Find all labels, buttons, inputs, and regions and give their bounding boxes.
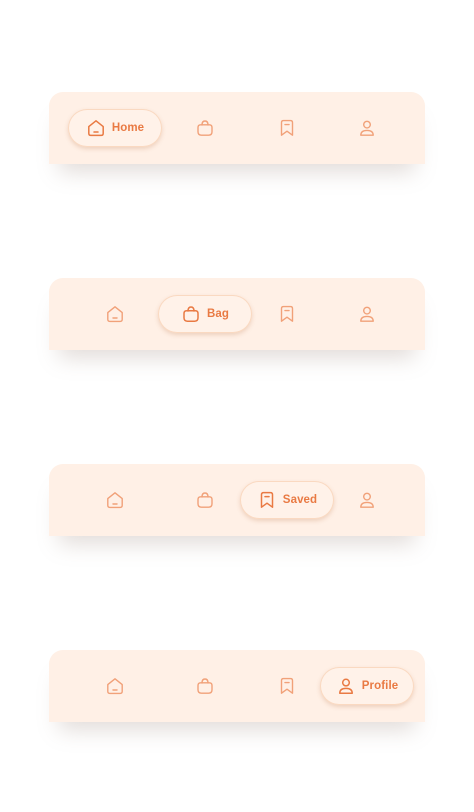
nav-item-saved[interactable]: Saved	[240, 481, 334, 519]
nav-item-profile[interactable]	[357, 304, 377, 324]
nav-item-bag[interactable]: Bag	[158, 295, 252, 333]
bookmark-icon	[277, 304, 297, 324]
bookmark-icon	[277, 118, 297, 138]
profile-icon	[357, 490, 377, 510]
nav-item-label: Saved	[282, 494, 318, 506]
bottom-nav-bar-profile-active: Profile	[49, 650, 425, 722]
nav-item-profile[interactable]: Profile	[320, 667, 414, 705]
profile-icon	[357, 118, 377, 138]
home-icon	[86, 118, 106, 138]
profile-icon	[357, 304, 377, 324]
nav-item-saved[interactable]	[277, 676, 297, 696]
nav-item-home[interactable]	[105, 304, 125, 324]
nav-item-label: Bag	[206, 308, 230, 320]
bottom-nav-bar-bag-active: Bag	[49, 278, 425, 350]
bottom-nav-bar-saved-active: Saved	[49, 464, 425, 536]
nav-item-label: Profile	[361, 680, 399, 692]
nav-item-saved[interactable]	[277, 304, 297, 324]
nav-item-home[interactable]: Home	[68, 109, 162, 147]
bookmark-icon	[277, 676, 297, 696]
nav-item-bag[interactable]	[195, 676, 215, 696]
profile-icon	[336, 676, 356, 696]
nav-item-bag[interactable]	[195, 490, 215, 510]
nav-item-home[interactable]	[105, 676, 125, 696]
bag-icon	[195, 490, 215, 510]
bookmark-icon	[257, 490, 277, 510]
home-icon	[105, 490, 125, 510]
bag-icon	[195, 118, 215, 138]
bag-icon	[195, 676, 215, 696]
nav-item-profile[interactable]	[357, 118, 377, 138]
home-icon	[105, 676, 125, 696]
nav-item-bag[interactable]	[195, 118, 215, 138]
bag-icon	[181, 304, 201, 324]
nav-item-label: Home	[111, 122, 145, 134]
nav-item-profile[interactable]	[357, 490, 377, 510]
bottom-nav-bar-home-active: Home	[49, 92, 425, 164]
home-icon	[105, 304, 125, 324]
nav-item-saved[interactable]	[277, 118, 297, 138]
nav-item-home[interactable]	[105, 490, 125, 510]
